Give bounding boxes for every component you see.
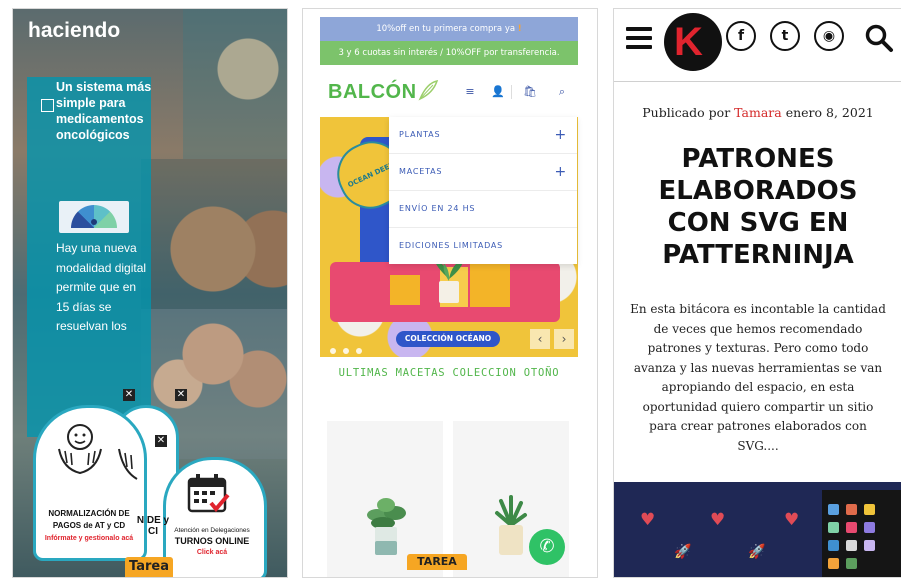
badge-a-link[interactable]: Infórmate y gestionalo acá xyxy=(37,535,141,542)
photo-tile xyxy=(141,159,287,309)
promo-bar-discount[interactable]: 10%off en tu primera compra ya ! xyxy=(320,17,578,41)
menu-item-label: PLANTAS xyxy=(399,130,441,139)
menu-icon[interactable]: ≡ xyxy=(461,83,479,101)
menu-item-label: MACETAS xyxy=(399,167,443,176)
search-icon[interactable]: ⌕ xyxy=(553,83,571,101)
search-icon[interactable] xyxy=(864,23,894,53)
promo-mark: ! xyxy=(517,24,522,34)
plant-pot-image xyxy=(434,259,464,303)
promo-bar-installments[interactable]: 3 y 6 cuotas sin interés / 10%OFF por tr… xyxy=(320,41,578,65)
menu-item-envio[interactable]: ENVÍO EN 24 HS xyxy=(389,191,577,228)
badge-a-line1: NORMALIZACIÓN DE xyxy=(48,509,130,518)
slider-dots[interactable] xyxy=(330,339,369,357)
badge-c-line2: TURNOS ONLINE xyxy=(174,536,250,546)
dropdown-menu: PLANTAS + MACETAS + ENVÍO EN 24 HS EDICION… xyxy=(389,117,577,264)
close-icon[interactable]: ✕ xyxy=(123,389,135,401)
product-plant-image xyxy=(367,498,406,555)
promo-text: 10%off en tu primera compra ya xyxy=(376,24,516,34)
post-excerpt: En esta bitácora es incontable la cantid… xyxy=(630,302,886,453)
gauge-logo-icon xyxy=(59,201,129,233)
cart-icon[interactable]: 🛍 xyxy=(521,83,539,101)
menu-item-macetas[interactable]: MACETAS + xyxy=(389,154,577,191)
menu-item-label: EDICIONES LIMITADAS xyxy=(399,241,504,250)
author-link[interactable]: Tamara xyxy=(734,105,782,120)
site-logo[interactable]: K xyxy=(664,13,722,71)
menu-item-ediciones[interactable]: EDICIONES LIMITADAS xyxy=(389,228,577,264)
overlay-title[interactable]: Un sistema más simple para medicamentos … xyxy=(56,79,158,143)
product-plant-image xyxy=(495,495,527,555)
pattern-preview-image[interactable]: ♥ ♥ ♥ 🚀 🚀 xyxy=(614,482,901,577)
slider-prev-icon[interactable]: ‹ xyxy=(530,329,550,349)
post-meta: Publicado por Tamara enero 8, 2021 xyxy=(614,105,901,120)
menu-item-label: ENVÍO EN 24 HS xyxy=(399,204,476,213)
editor-tool-panel xyxy=(822,490,901,577)
user-icon[interactable]: 👤 xyxy=(489,83,507,101)
rocket-icon: 🚀 xyxy=(748,544,766,560)
post-date: enero 8, 2021 xyxy=(785,105,874,120)
heart-icon: ♥ xyxy=(784,510,800,530)
brand-name: BALCÓN xyxy=(328,81,417,103)
hamburger-menu-icon[interactable] xyxy=(626,27,652,54)
caring-hands-icon xyxy=(58,424,102,475)
overlay-checkbox[interactable] xyxy=(41,99,54,112)
slider-next-icon[interactable]: › xyxy=(554,329,574,349)
section-subtitle: ULTIMAS MACETAS COLECCION OTOÑO xyxy=(338,367,560,379)
close-icon[interactable]: ✕ xyxy=(175,389,187,401)
screenshot-panel-blog: K f t ◉ Publicado por Tamara enero 8, 20… xyxy=(613,8,901,578)
screenshot-panel-health: haciendo Un sistema más simple para medi… xyxy=(12,8,288,578)
menu-item-plantas[interactable]: PLANTAS + xyxy=(389,117,577,154)
expand-plus-icon[interactable]: + xyxy=(554,154,567,190)
heart-icon: ♥ xyxy=(640,510,656,530)
site-header: K f t ◉ xyxy=(614,9,901,82)
meta-prefix: Publicado por xyxy=(642,105,731,120)
whatsapp-icon[interactable]: ✆ xyxy=(529,529,565,565)
collection-pill[interactable]: COLECCIÓN OCÉANO xyxy=(396,331,500,347)
twitter-icon[interactable]: t xyxy=(770,21,800,51)
logo-letter: K xyxy=(674,20,703,64)
expand-plus-icon[interactable]: + xyxy=(554,117,567,153)
caring-hands-icon xyxy=(118,448,138,480)
brand-logo[interactable]: BALCÓN xyxy=(328,79,439,104)
screenshot-panel-shop: 10%off en tu primera compra ya ! 3 y 6 c… xyxy=(302,8,598,578)
tarea-tab[interactable]: Tarea xyxy=(125,557,173,577)
post-title[interactable]: PATRONES ELABORADOS CON SVG EN PATTERNIN… xyxy=(624,143,892,271)
calendar-check-icon xyxy=(187,474,230,513)
leaf-logo-icon xyxy=(418,80,438,101)
badge-a-line2: PAGOS de AT y CD xyxy=(52,521,126,530)
tarea-tab[interactable]: TAREA xyxy=(407,554,467,570)
badge-c-link[interactable]: Click acá xyxy=(165,549,259,556)
close-icon[interactable]: ✕ xyxy=(155,435,167,447)
facebook-icon[interactable]: f xyxy=(726,21,756,51)
badge-c-line1: Atención en Delegaciones xyxy=(174,527,250,534)
photo-tile xyxy=(183,9,287,159)
hero-heading: haciendo xyxy=(28,19,121,42)
rss-icon[interactable]: ◉ xyxy=(814,21,844,51)
heart-icon: ♥ xyxy=(710,510,726,530)
rocket-icon: 🚀 xyxy=(674,544,692,560)
divider xyxy=(511,85,512,99)
overlay-body-text: Hay una nueva modalidad digital permite … xyxy=(56,241,147,333)
